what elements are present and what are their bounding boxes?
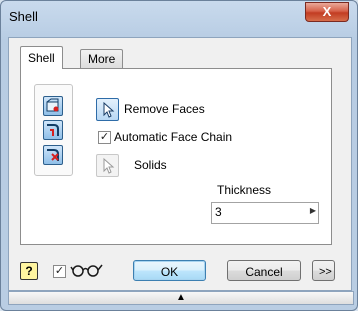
checkmark-icon: ✓ [99,131,110,143]
dialog-client-area: Shell More Remove Faces ✓ Automatic Face… [8,37,352,291]
solids-button[interactable] [96,154,119,177]
shell-edge-icon[interactable] [43,120,63,140]
shell-dialog: Shell X Shell More Remove Faces ✓ Automa… [0,0,358,311]
thickness-label: Thickness [217,183,272,197]
remove-faces-label: Remove Faces [124,102,205,116]
shell-body-icon[interactable] [43,145,63,165]
close-button[interactable]: X [305,2,349,22]
checkmark-icon: ✓ [54,265,65,277]
help-icon: ? [25,264,33,278]
cancel-button[interactable]: Cancel [227,260,301,281]
close-icon: X [322,4,332,19]
glasses-icon [69,262,105,281]
selection-icon-group [34,84,73,176]
spin-arrow-icon[interactable]: ▶ [310,206,316,215]
thickness-field[interactable]: ▶ [211,202,319,224]
title-bar[interactable]: Shell X [1,1,357,31]
solids-label: Solids [134,158,167,172]
remove-faces-button[interactable] [96,98,119,121]
shell-tab-panel: Remove Faces ✓ Automatic Face Chain Soli… [20,68,332,245]
expand-arrow-icon: ▲ [176,292,186,303]
window-title: Shell [9,9,38,24]
tab-more[interactable]: More [80,49,124,69]
automatic-face-chain-checkbox[interactable]: ✓ [98,131,111,144]
tab-shell[interactable]: Shell [20,46,63,69]
ok-button[interactable]: OK [133,260,206,281]
cursor-arrow-icon [103,101,115,118]
shell-face-icon[interactable] [43,96,63,116]
help-button[interactable]: ? [20,262,38,280]
automatic-face-chain-label[interactable]: Automatic Face Chain [114,130,232,144]
thickness-input[interactable] [215,205,285,219]
more-options-button[interactable]: >> [312,260,335,281]
preview-checkbox[interactable]: ✓ [53,265,66,278]
expander-bar[interactable]: ▲ [8,291,354,305]
cursor-arrow-icon [103,157,115,174]
